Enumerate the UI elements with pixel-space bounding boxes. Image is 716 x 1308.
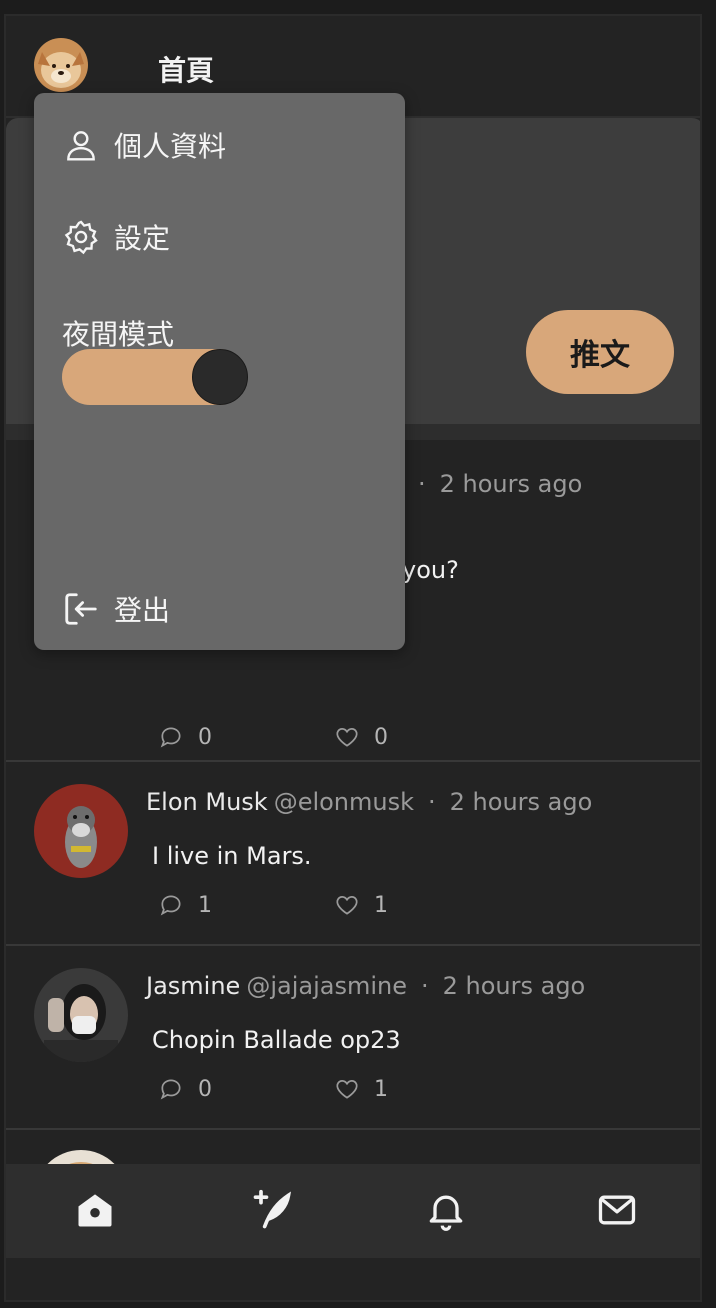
post-content: Chopin Ballade op23 (152, 1026, 401, 1054)
post-author-handle: @jajajasmine (246, 972, 407, 1000)
post-content: I live in Mars. (152, 842, 312, 870)
like-button[interactable]: 1 (334, 1076, 388, 1102)
like-count: 1 (374, 892, 388, 918)
post-content: you? (402, 556, 459, 584)
heart-icon (336, 1080, 358, 1099)
post-actions: 0 0 (158, 724, 458, 754)
post-time: 2 hours ago (442, 972, 586, 1000)
gear-icon (64, 220, 98, 255)
post-author-name: Elon Musk (146, 788, 268, 816)
reply-icon (160, 727, 181, 748)
home-icon (78, 1194, 112, 1227)
reply-count: 1 (198, 892, 212, 918)
post-avatar[interactable] (34, 968, 128, 1062)
like-button[interactable]: 0 (334, 724, 388, 750)
nav-notifications[interactable] (422, 1186, 470, 1234)
post-author-name: Jasmine (146, 972, 241, 1000)
separator-dot: · (428, 788, 436, 816)
tweet-button[interactable]: 推文 (526, 310, 674, 394)
nav-home[interactable] (71, 1186, 119, 1234)
post-actions: 1 1 (158, 892, 458, 922)
post-item[interactable]: Jasmine @jajajasmine · 2 hours ago Chopin B… (6, 948, 700, 1130)
bottom-nav (6, 1164, 700, 1258)
night-mode-label: 夜間模式 (62, 318, 175, 351)
mail-icon (598, 1195, 636, 1225)
menu-label-settings: 設定 (114, 222, 171, 255)
like-count: 0 (374, 724, 388, 750)
heart-icon (336, 896, 358, 915)
like-button[interactable]: 1 (334, 892, 388, 918)
post-time: 2 hours ago (449, 788, 593, 816)
page-title: 首頁 (158, 54, 215, 87)
reply-icon (160, 1079, 181, 1100)
post-actions: 0 1 (158, 1076, 458, 1106)
account-menu: 個人資料 設定 夜間模式 登出 (34, 93, 405, 650)
reply-count: 0 (198, 1076, 212, 1102)
post-meta: Jasmine @jajajasmine · 2 hours ago (146, 972, 585, 1000)
like-count: 1 (374, 1076, 388, 1102)
heart-icon (336, 728, 358, 747)
reply-count: 0 (198, 724, 212, 750)
user-icon (67, 131, 95, 161)
nav-new-tweet[interactable] (248, 1186, 296, 1234)
menu-label-profile: 個人資料 (114, 130, 227, 163)
logout-icon (65, 593, 97, 625)
bell-icon (429, 1195, 463, 1231)
separator-dot: · (418, 470, 426, 498)
separator-dot: · (420, 972, 429, 1000)
night-mode-toggle[interactable] (62, 349, 248, 405)
reply-button[interactable]: 0 (158, 1076, 212, 1102)
menu-item-settings[interactable]: 設定 (62, 217, 170, 257)
post-time: 2 hours ago (439, 470, 583, 498)
user-avatar[interactable] (34, 38, 88, 92)
reply-button[interactable]: 0 (158, 724, 212, 750)
menu-item-logout[interactable]: 登出 (62, 589, 170, 629)
post-avatar[interactable] (34, 784, 128, 878)
nav-messages[interactable] (593, 1186, 641, 1234)
reply-icon (160, 895, 181, 916)
reply-button[interactable]: 1 (158, 892, 212, 918)
toggle-knob (192, 349, 248, 405)
new-tweet-icon (253, 1189, 292, 1229)
post-meta: Elon Musk @elonmusk · 2 hours ago (146, 788, 592, 816)
post-author-handle: @elonmusk (273, 788, 415, 816)
menu-label-logout: 登出 (114, 594, 171, 627)
post-item[interactable]: Elon Musk @elonmusk · 2 hours ago I live in… (6, 764, 700, 946)
menu-item-profile[interactable]: 個人資料 (62, 125, 226, 165)
